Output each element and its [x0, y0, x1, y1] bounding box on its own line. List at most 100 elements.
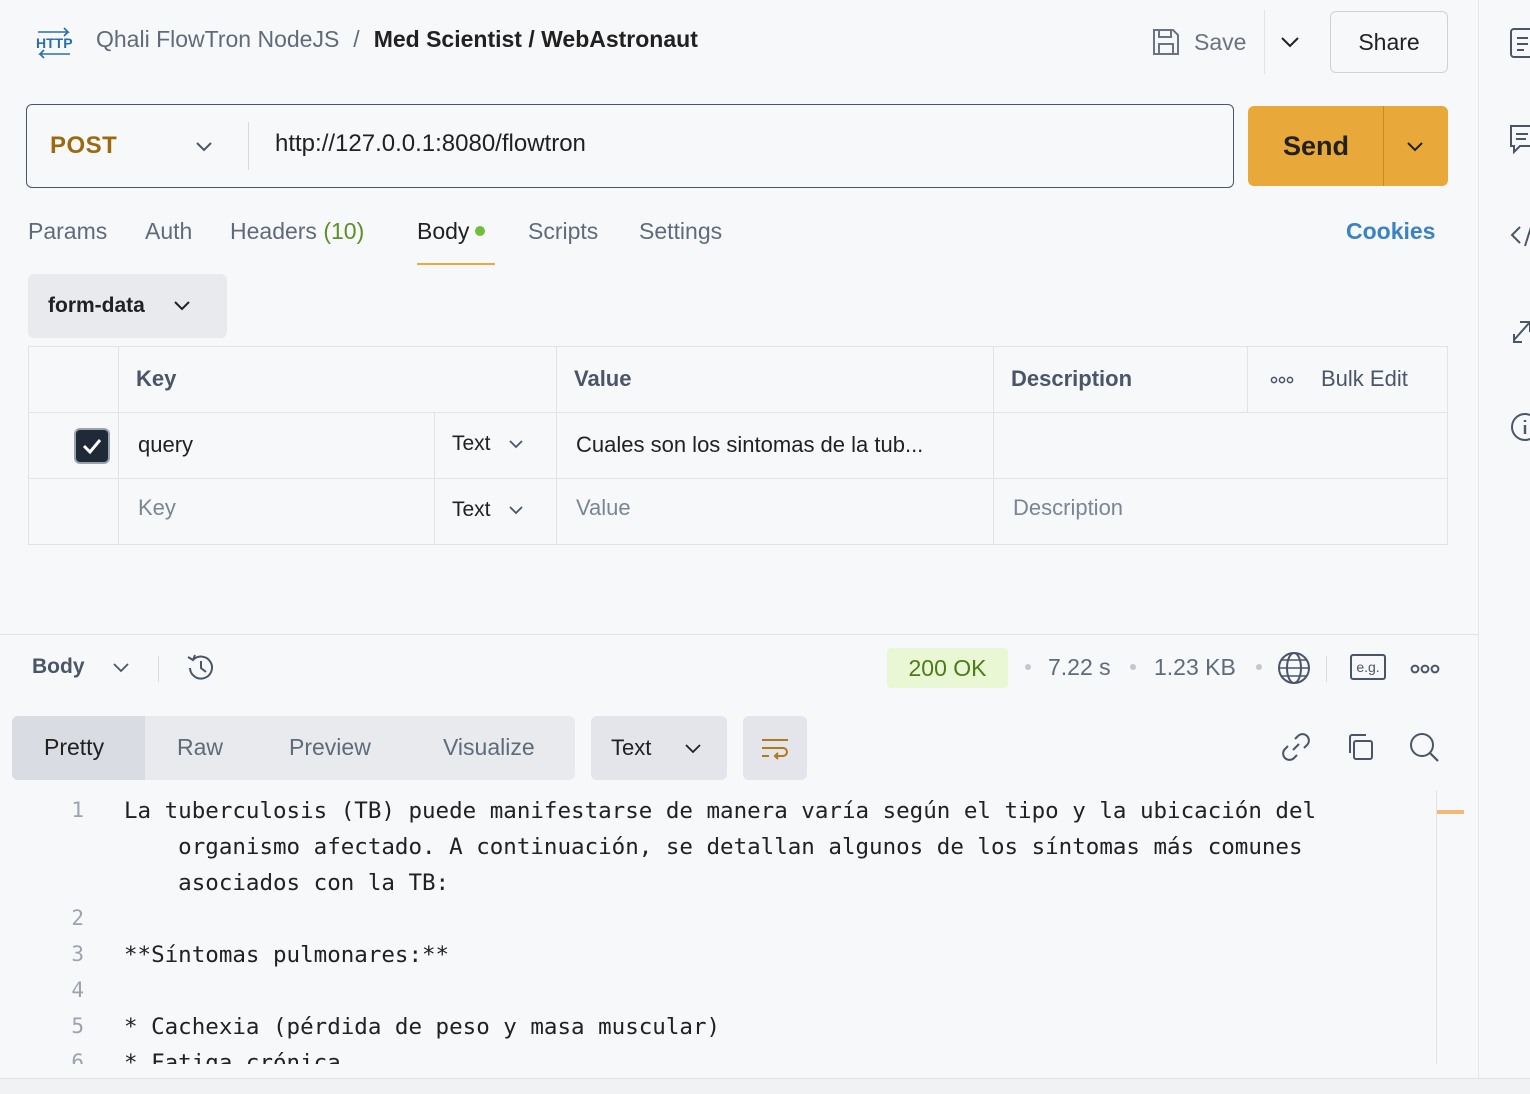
related-icon[interactable]: [1508, 314, 1530, 348]
row-type-select[interactable]: Text: [452, 432, 525, 456]
url-input[interactable]: [275, 130, 1215, 158]
scrollbar-marker: [1437, 810, 1464, 814]
search-icon[interactable]: [1408, 731, 1440, 763]
method-select[interactable]: POST: [50, 132, 117, 160]
response-time[interactable]: 7.22 s: [1048, 654, 1111, 681]
send-options-chevron-icon[interactable]: [1402, 134, 1428, 160]
format-tab-preview[interactable]: Preview: [289, 734, 371, 761]
format-tab-pretty[interactable]: Pretty: [44, 734, 104, 761]
toolbar-divider: [1326, 656, 1327, 682]
content-type-label: Text: [611, 735, 652, 760]
new-key-input[interactable]: Key: [138, 495, 176, 521]
bulk-edit-button[interactable]: Bulk Edit: [1321, 366, 1408, 392]
save-button[interactable]: Save: [1150, 22, 1246, 62]
new-description-input[interactable]: Description: [1013, 495, 1123, 521]
code-line: 2: [0, 906, 1436, 942]
row-key-input[interactable]: query: [138, 432, 193, 458]
copy-icon[interactable]: [1344, 731, 1376, 763]
body-type-select[interactable]: form-data: [28, 274, 227, 338]
table-border: [28, 346, 29, 545]
table-border: [118, 346, 119, 545]
chevron-down-icon: [683, 738, 703, 758]
save-label: Save: [1194, 28, 1247, 55]
separator-dot: [1130, 664, 1136, 670]
share-button[interactable]: Share: [1330, 11, 1448, 73]
code-icon[interactable]: [1508, 218, 1530, 252]
documentation-icon[interactable]: [1508, 26, 1530, 60]
row-enabled-checkbox[interactable]: [74, 428, 110, 464]
wrap-lines-button[interactable]: [743, 716, 807, 780]
send-button[interactable]: Send: [1248, 106, 1384, 186]
tab-auth[interactable]: Auth: [145, 218, 192, 245]
body-type-label: form-data: [48, 294, 145, 317]
new-value-input[interactable]: Value: [576, 495, 631, 521]
tab-scripts[interactable]: Scripts: [528, 218, 598, 245]
checkmark-icon: [82, 439, 102, 455]
format-tab-raw[interactable]: Raw: [177, 734, 223, 761]
comments-icon[interactable]: [1508, 122, 1530, 156]
breadcrumb: Qhali FlowTron NodeJS / Med Scientist / …: [96, 26, 698, 53]
code-line: 1 La tuberculosis (TB) puede manifestarse…: [0, 798, 1436, 834]
line-number: 5: [71, 1014, 84, 1038]
headers-count: (10): [323, 218, 365, 244]
method-chevron-icon[interactable]: [192, 135, 216, 159]
response-size[interactable]: 1.23 KB: [1154, 654, 1236, 681]
line-text: asociados con la TB:: [124, 870, 450, 896]
info-icon[interactable]: [1508, 410, 1530, 444]
line-text: **Síntomas pulmonares:**: [124, 942, 450, 968]
table-border: [1247, 346, 1248, 413]
separator-dot: [1025, 664, 1031, 670]
chevron-down-icon: [111, 657, 131, 677]
table-border: [28, 346, 1448, 347]
breadcrumb-workspace[interactable]: Qhali FlowTron NodeJS: [96, 26, 339, 53]
line-number: 2: [71, 906, 84, 930]
url-divider: [248, 122, 249, 170]
table-border: [28, 478, 1448, 479]
scrollbar-track[interactable]: [1436, 790, 1437, 1064]
cookies-link[interactable]: Cookies: [1346, 218, 1435, 245]
history-icon[interactable]: [184, 652, 218, 684]
tab-headers[interactable]: Headers (10): [230, 218, 364, 245]
chevron-down-icon: [507, 501, 525, 519]
save-icon: [1150, 26, 1182, 58]
right-sidebar: [1478, 0, 1530, 1080]
tab-settings[interactable]: Settings: [639, 218, 722, 245]
save-options-chevron-icon[interactable]: [1276, 28, 1304, 56]
new-type-select[interactable]: Text: [452, 498, 525, 522]
more-options-icon[interactable]: [1410, 664, 1440, 674]
http-icon: HTTP: [34, 24, 74, 60]
table-border: [434, 412, 435, 545]
row-value-input[interactable]: Cuales son los sintomas de la tub...: [576, 432, 981, 458]
response-view-select[interactable]: Body: [32, 655, 131, 679]
request-name[interactable]: Med Scientist / WebAstronaut: [374, 26, 698, 53]
format-tab-visualize[interactable]: Visualize: [443, 734, 535, 761]
status-bar: [0, 1078, 1530, 1094]
active-tab-underline: [417, 263, 495, 265]
line-number: 4: [71, 978, 84, 1002]
code-line: asociados con la TB:: [0, 870, 1436, 906]
tab-body-label: Body: [417, 218, 470, 244]
globe-icon[interactable]: [1277, 651, 1311, 685]
line-number: 1: [71, 798, 84, 822]
link-icon[interactable]: [1280, 731, 1312, 763]
table-border: [556, 346, 557, 545]
save-example-button[interactable]: e.g.: [1350, 654, 1386, 680]
wrap-lines-icon: [762, 739, 788, 760]
table-border: [28, 412, 1448, 413]
code-line: organismo afectado. A continuación, se d…: [0, 834, 1436, 870]
more-options-icon[interactable]: [1270, 376, 1294, 384]
tab-headers-label: Headers: [230, 218, 317, 244]
content-type-select[interactable]: Text: [591, 716, 727, 780]
code-line: 3 **Síntomas pulmonares:**: [0, 942, 1436, 978]
line-text: organismo afectado. A continuación, se d…: [124, 834, 1303, 860]
tab-params[interactable]: Params: [28, 218, 107, 245]
save-divider: [1264, 10, 1265, 74]
response-body-viewer[interactable]: 1 La tuberculosis (TB) puede manifestarse…: [0, 790, 1436, 1064]
column-header-key: Key: [136, 366, 177, 391]
tab-body[interactable]: Body: [417, 218, 486, 245]
chevron-down-icon: [171, 295, 193, 317]
line-text: * Cachexia (pérdida de peso y masa muscu…: [124, 1014, 721, 1040]
table-border: [1447, 346, 1448, 545]
code-line: 5 * Cachexia (pérdida de peso y masa musc…: [0, 1014, 1436, 1050]
status-badge[interactable]: 200 OK: [887, 648, 1008, 688]
